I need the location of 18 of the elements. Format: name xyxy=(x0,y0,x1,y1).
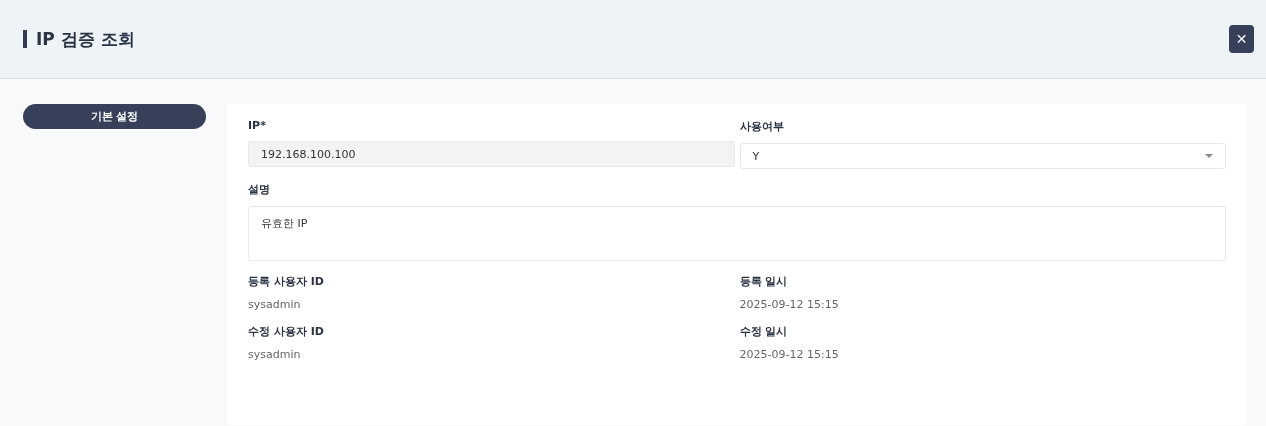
page-title: IP 검증 조회 xyxy=(36,27,135,51)
field-label: 등록 일시 xyxy=(739,274,789,289)
field-label: 수정 일시 xyxy=(739,324,789,339)
field-label: 수정 사용자 ID xyxy=(248,324,325,339)
caret-icon xyxy=(1205,154,1213,158)
field-value: sysadmin xyxy=(248,348,302,361)
field-value: 2025-09-12 15:15 xyxy=(739,298,840,311)
field-value: sysadmin xyxy=(248,298,302,311)
description-field[interactable]: 유효한 IP xyxy=(248,206,1226,261)
close-button[interactable]: ✕ xyxy=(1229,25,1254,53)
field-label: 설명 xyxy=(248,182,271,197)
sidebar-tab[interactable]: 기본 설정 xyxy=(23,104,206,129)
usage-dropdown[interactable]: Y xyxy=(739,143,1226,169)
field-label: 등록 사용자 ID xyxy=(248,274,325,289)
ip-address-input[interactable]: 192.168.100.100 xyxy=(248,141,735,167)
field-label: 사용여부 xyxy=(739,119,785,134)
field-value: 2025-09-12 15:15 xyxy=(739,348,840,361)
field-label: IP* xyxy=(248,119,267,132)
